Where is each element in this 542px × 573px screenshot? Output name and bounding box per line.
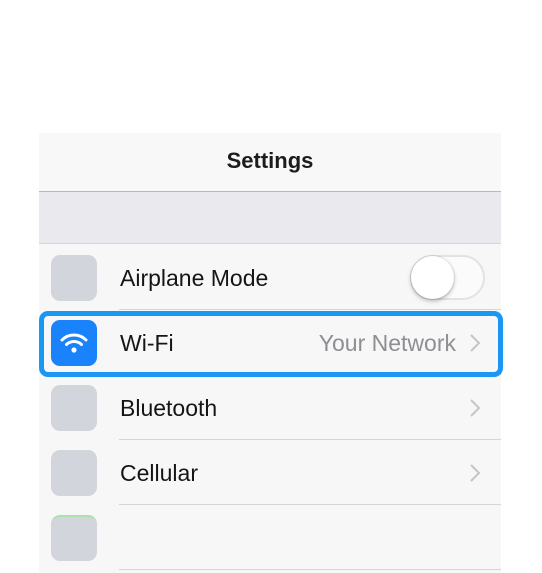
settings-row-bluetooth[interactable]: Bluetooth	[39, 375, 501, 440]
settings-row-cellular[interactable]: Cellular	[39, 440, 501, 505]
settings-panel: Settings Airplane Mode Wi-Fi Your Networ…	[39, 133, 501, 573]
cellular-icon	[51, 450, 97, 496]
wifi-network-value: Your Network	[318, 330, 456, 356]
chevron-right-icon	[470, 399, 481, 417]
page-title: Settings	[226, 148, 314, 173]
row-label: Wi-Fi	[120, 330, 174, 356]
bluetooth-icon	[51, 385, 97, 431]
row-separator	[119, 569, 501, 570]
chevron-right-icon	[470, 464, 481, 482]
toggle-knob	[411, 256, 454, 299]
row-label: Bluetooth	[120, 395, 218, 421]
wifi-icon	[51, 320, 97, 366]
chevron-right-icon	[470, 334, 481, 352]
settings-row-partial[interactable]	[39, 505, 501, 570]
row-label: Airplane Mode	[120, 265, 269, 291]
section-spacer	[39, 192, 501, 244]
hotspot-icon	[51, 515, 97, 561]
airplane-mode-icon	[51, 255, 97, 301]
row-label: Cellular	[120, 460, 198, 486]
settings-row-airplane-mode[interactable]: Airplane Mode	[39, 245, 501, 310]
airplane-mode-toggle[interactable]	[410, 255, 485, 300]
settings-row-wifi[interactable]: Wi-Fi Your Network	[39, 310, 501, 375]
screen: Settings Airplane Mode Wi-Fi Your Networ…	[0, 0, 542, 573]
navigation-bar: Settings	[39, 133, 501, 192]
